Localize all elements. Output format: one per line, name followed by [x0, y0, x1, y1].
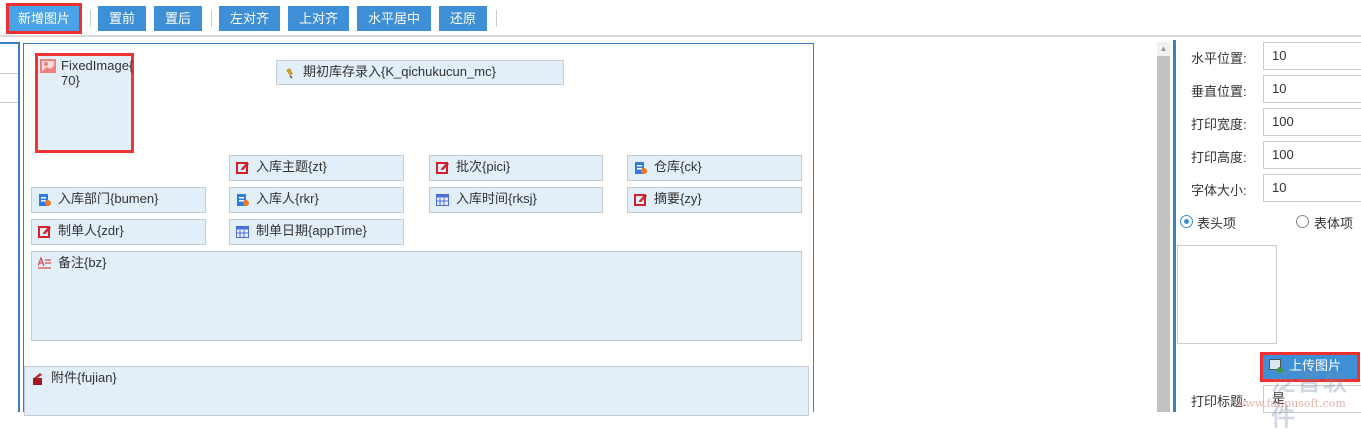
field-label: 入库部门{bumen}: [58, 191, 159, 206]
properties-panel: 水平位置: 10 垂直位置: 10 打印宽度: 100 打印高度: 100 字体…: [1173, 40, 1361, 431]
print-height-label: 打印高度:: [1191, 150, 1247, 165]
scroll-up-icon[interactable]: ▲: [1157, 42, 1170, 56]
upload-image-icon: [1269, 359, 1283, 373]
font-size-input[interactable]: 10: [1263, 174, 1361, 202]
divider: [0, 73, 18, 74]
divider: [496, 10, 497, 27]
field-zdr[interactable]: 制单人{zdr}: [31, 219, 206, 245]
align-top-button[interactable]: 上对齐: [288, 6, 349, 31]
field-label: 期初库存录入{K_qichukucun_mc}: [303, 64, 496, 79]
pencil-icon: [286, 68, 293, 79]
select-icon: [635, 162, 647, 174]
field-label: 入库人{rkr}: [256, 191, 319, 206]
vertical-position-input[interactable]: 10: [1263, 75, 1361, 103]
field-label: 入库时间{rksj}: [456, 191, 537, 206]
textarea-icon: [38, 257, 51, 269]
field-pici[interactable]: 批次{pici}: [429, 155, 603, 181]
field-bz[interactable]: 备注{bz}: [31, 251, 802, 341]
select-icon: [39, 194, 51, 206]
edit-icon: [436, 162, 449, 174]
print-width-input[interactable]: 100: [1263, 108, 1361, 136]
calendar-icon: [236, 226, 249, 238]
print-height-input[interactable]: 100: [1263, 141, 1361, 169]
center-horizontal-button[interactable]: 水平居中: [357, 6, 431, 31]
radio-body-item[interactable]: [1296, 215, 1309, 228]
attachment-icon: [33, 373, 42, 385]
radio-body-label: 表体项: [1314, 216, 1354, 231]
send-back-button[interactable]: 置后: [154, 6, 202, 31]
divider: [90, 10, 91, 27]
field-rkzt[interactable]: 入库主题{zt}: [229, 155, 404, 181]
select-icon: [237, 194, 249, 206]
divider: [211, 10, 212, 27]
edit-icon: [634, 194, 647, 206]
field-apptime[interactable]: 制单日期{appTime}: [229, 219, 404, 245]
upload-button-label: 上传图片: [1289, 358, 1342, 373]
calendar-icon: [436, 194, 449, 206]
add-image-button[interactable]: 新增图片: [6, 3, 82, 34]
bring-front-button[interactable]: 置前: [98, 6, 146, 31]
vertical-position-label: 垂直位置:: [1191, 84, 1247, 99]
field-label: 附件{fujian}: [51, 370, 117, 385]
fixed-image-label-line2: 70}: [61, 73, 80, 88]
field-label: 入库主题{zt}: [256, 159, 327, 174]
horizontal-position-label: 水平位置:: [1191, 51, 1247, 66]
field-ck[interactable]: 仓库{ck}: [627, 155, 802, 181]
field-qichukucun[interactable]: 期初库存录入{K_qichukucun_mc}: [276, 60, 564, 85]
field-rksj[interactable]: 入库时间{rksj}: [429, 187, 603, 213]
field-label: 备注{bz}: [58, 255, 107, 270]
field-rkr[interactable]: 入库人{rkr}: [229, 187, 404, 213]
font-size-label: 字体大小:: [1191, 183, 1247, 198]
divider: [0, 102, 18, 103]
left-panel: [0, 42, 20, 412]
image-icon: [40, 59, 56, 73]
fixed-image-element[interactable]: FixedImage{ 70}: [35, 53, 134, 153]
image-preview: [1177, 245, 1277, 344]
field-label: 批次{pici}: [456, 159, 511, 174]
canvas-scrollbar[interactable]: ▲: [1157, 42, 1170, 412]
toolbar: 新增图片 置前 置后 左对齐 上对齐 水平居中 还原: [0, 0, 1361, 37]
field-label: 制单日期{appTime}: [256, 223, 367, 238]
align-left-button[interactable]: 左对齐: [219, 6, 280, 31]
field-bumen[interactable]: 入库部门{bumen}: [31, 187, 206, 213]
upload-image-button[interactable]: 上传图片: [1260, 352, 1360, 382]
field-zy[interactable]: 摘要{zy}: [627, 187, 802, 213]
restore-button[interactable]: 还原: [439, 6, 487, 31]
horizontal-position-input[interactable]: 10: [1263, 42, 1361, 70]
field-label: 制单人{zdr}: [58, 223, 124, 238]
fixed-image-label-line1: FixedImage{: [61, 58, 134, 73]
field-label: 摘要{zy}: [654, 191, 702, 206]
print-width-label: 打印宽度:: [1191, 117, 1247, 132]
edit-icon: [38, 226, 51, 238]
field-fujian[interactable]: 附件{fujian}: [24, 366, 809, 416]
fixed-image-label: FixedImage{ 70}: [61, 58, 133, 88]
field-label: 仓库{ck}: [654, 159, 702, 174]
radio-header-item[interactable]: [1180, 215, 1193, 228]
edit-icon: [236, 162, 249, 174]
radio-header-label: 表头项: [1197, 216, 1237, 231]
print-title-select[interactable]: 是: [1263, 385, 1361, 413]
print-title-label: 打印标题:: [1191, 394, 1247, 409]
